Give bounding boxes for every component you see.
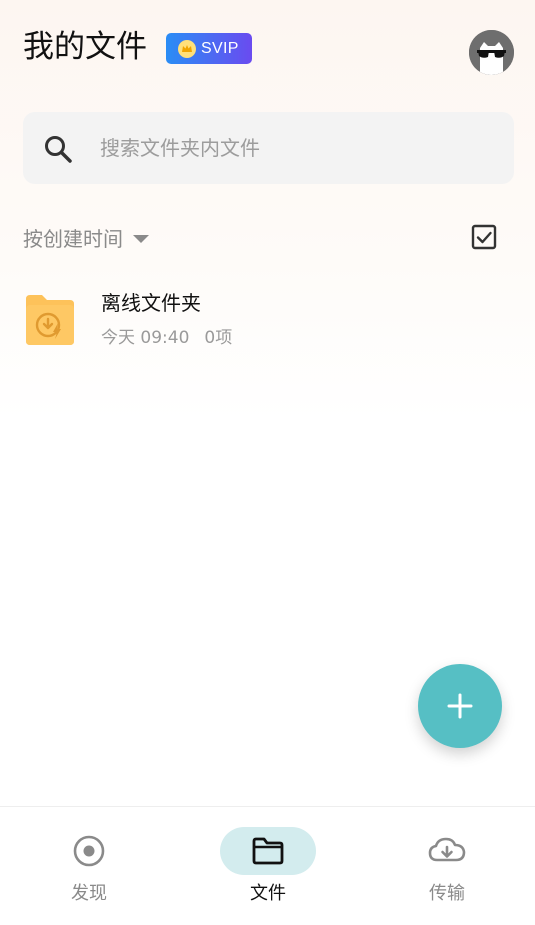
cat-with-sunglasses-avatar [469, 30, 514, 75]
nav-label-discover: 发现 [71, 883, 107, 904]
search-input[interactable] [100, 130, 480, 166]
file-date: 今天 09:40 [101, 328, 190, 348]
file-meta: 今天 09:40 0项 [101, 326, 232, 350]
crown-icon [178, 39, 196, 58]
bottom-nav: 发现 文件 传输 [0, 806, 535, 925]
nav-label-files: 文件 [250, 883, 286, 904]
offline-folder-icon [26, 295, 74, 345]
my-files-screen: 我的文件 SVIP 按创建时间 [0, 0, 535, 925]
search-box[interactable] [23, 112, 514, 184]
page-title: 我的文件 [23, 29, 147, 65]
folder-icon [252, 837, 284, 865]
plus-icon [447, 693, 473, 719]
cloud-download-icon [428, 837, 466, 862]
file-name: 离线文件夹 [101, 291, 201, 315]
checkbox-select-icon[interactable] [471, 224, 497, 250]
svip-badge[interactable]: SVIP [166, 33, 252, 64]
add-button[interactable] [418, 664, 502, 748]
list-item[interactable]: 离线文件夹 今天 09:40 0项 [0, 280, 535, 360]
caret-down-icon [133, 234, 149, 243]
avatar[interactable] [469, 30, 514, 75]
nav-item-discover[interactable]: 发现 [0, 807, 178, 925]
search-icon [45, 136, 72, 163]
sort-label: 按创建时间 [23, 226, 123, 251]
nav-item-transfer[interactable]: 传输 [358, 807, 535, 925]
nav-label-transfer: 传输 [429, 883, 465, 904]
nav-item-files[interactable]: 文件 [179, 807, 357, 925]
svip-badge-label: SVIP [201, 39, 239, 57]
discover-icon [73, 835, 105, 867]
file-item-count: 0项 [204, 328, 233, 348]
sort-dropdown[interactable]: 按创建时间 [23, 220, 149, 254]
